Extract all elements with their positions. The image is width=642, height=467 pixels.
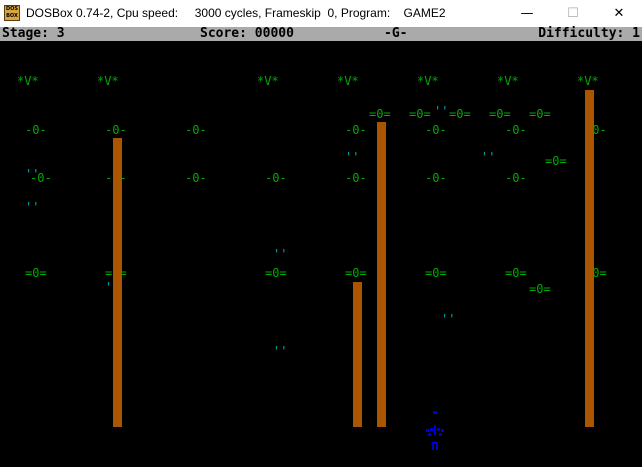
window-titlebar[interactable]: DOS BOX DOSBox 0.74-2, Cpu speed: 3000 c… [0, 0, 642, 27]
invader: =0= [25, 266, 47, 280]
invader: =0= [489, 107, 511, 121]
mode-label: -G- [384, 26, 408, 41]
difficulty-label: Difficulty: 1 [538, 26, 640, 41]
game-status-bar: Stage: 3 Score: 00000 -G- Difficulty: 1 [0, 27, 642, 41]
maximize-button[interactable]: ☐ [550, 0, 596, 27]
invader: *V* [417, 74, 439, 88]
invader: -0- [505, 171, 527, 185]
invader: =0= [409, 107, 431, 121]
enemy-shot: '' [273, 247, 288, 261]
invader: =0= [505, 266, 527, 280]
enemy-shot: '' [434, 104, 449, 118]
invader: -0- [345, 123, 367, 137]
invader: -0- [105, 123, 127, 137]
invader: =0= [369, 107, 391, 121]
dosbox-icon[interactable]: DOS BOX [4, 5, 20, 21]
invader: *V* [97, 74, 119, 88]
laser-beam [113, 138, 122, 427]
invader: -0- [265, 171, 287, 185]
close-button[interactable]: ✕ [596, 0, 642, 27]
enemy-shot: '' [481, 150, 496, 164]
invader: -0- [25, 123, 47, 137]
enemy-shot: '' [345, 150, 360, 164]
invader: -0- [345, 171, 367, 185]
invader: -0- [185, 171, 207, 185]
enemy-shot: '' [273, 344, 288, 358]
invader: *V* [337, 74, 359, 88]
invader: =0= [265, 266, 287, 280]
invader: =0= [529, 282, 551, 296]
invader: *V* [17, 74, 39, 88]
laser-beam [377, 122, 386, 427]
invader: -0- [425, 123, 447, 137]
game-screen[interactable]: *V* *V* *V* *V* *V* *V* *V* =0= =0= '' =… [0, 41, 642, 450]
window-title: DOSBox 0.74-2, Cpu speed: 3000 cycles, F… [26, 6, 446, 20]
invader: =0= [529, 107, 551, 121]
invader: -0- [425, 171, 447, 185]
invader: =0= [425, 266, 447, 280]
invader: *V* [577, 74, 599, 88]
invader: =0= [545, 154, 567, 168]
player-ship [426, 411, 444, 450]
invader: =0= [345, 266, 367, 280]
enemy-shot: '' [25, 200, 40, 214]
score-label: Score: 00000 [200, 26, 294, 41]
invader: -0- [505, 123, 527, 137]
invader: =0= [449, 107, 471, 121]
minimize-button[interactable]: — [504, 0, 550, 27]
invader: *V* [497, 74, 519, 88]
stage-label: Stage: 3 [2, 26, 65, 41]
laser-beam [585, 90, 594, 427]
enemy-shot: '' [441, 312, 456, 326]
invader: *V* [257, 74, 279, 88]
invader: -0- [185, 123, 207, 137]
invader: -0- [30, 171, 52, 185]
laser-beam [353, 282, 362, 427]
